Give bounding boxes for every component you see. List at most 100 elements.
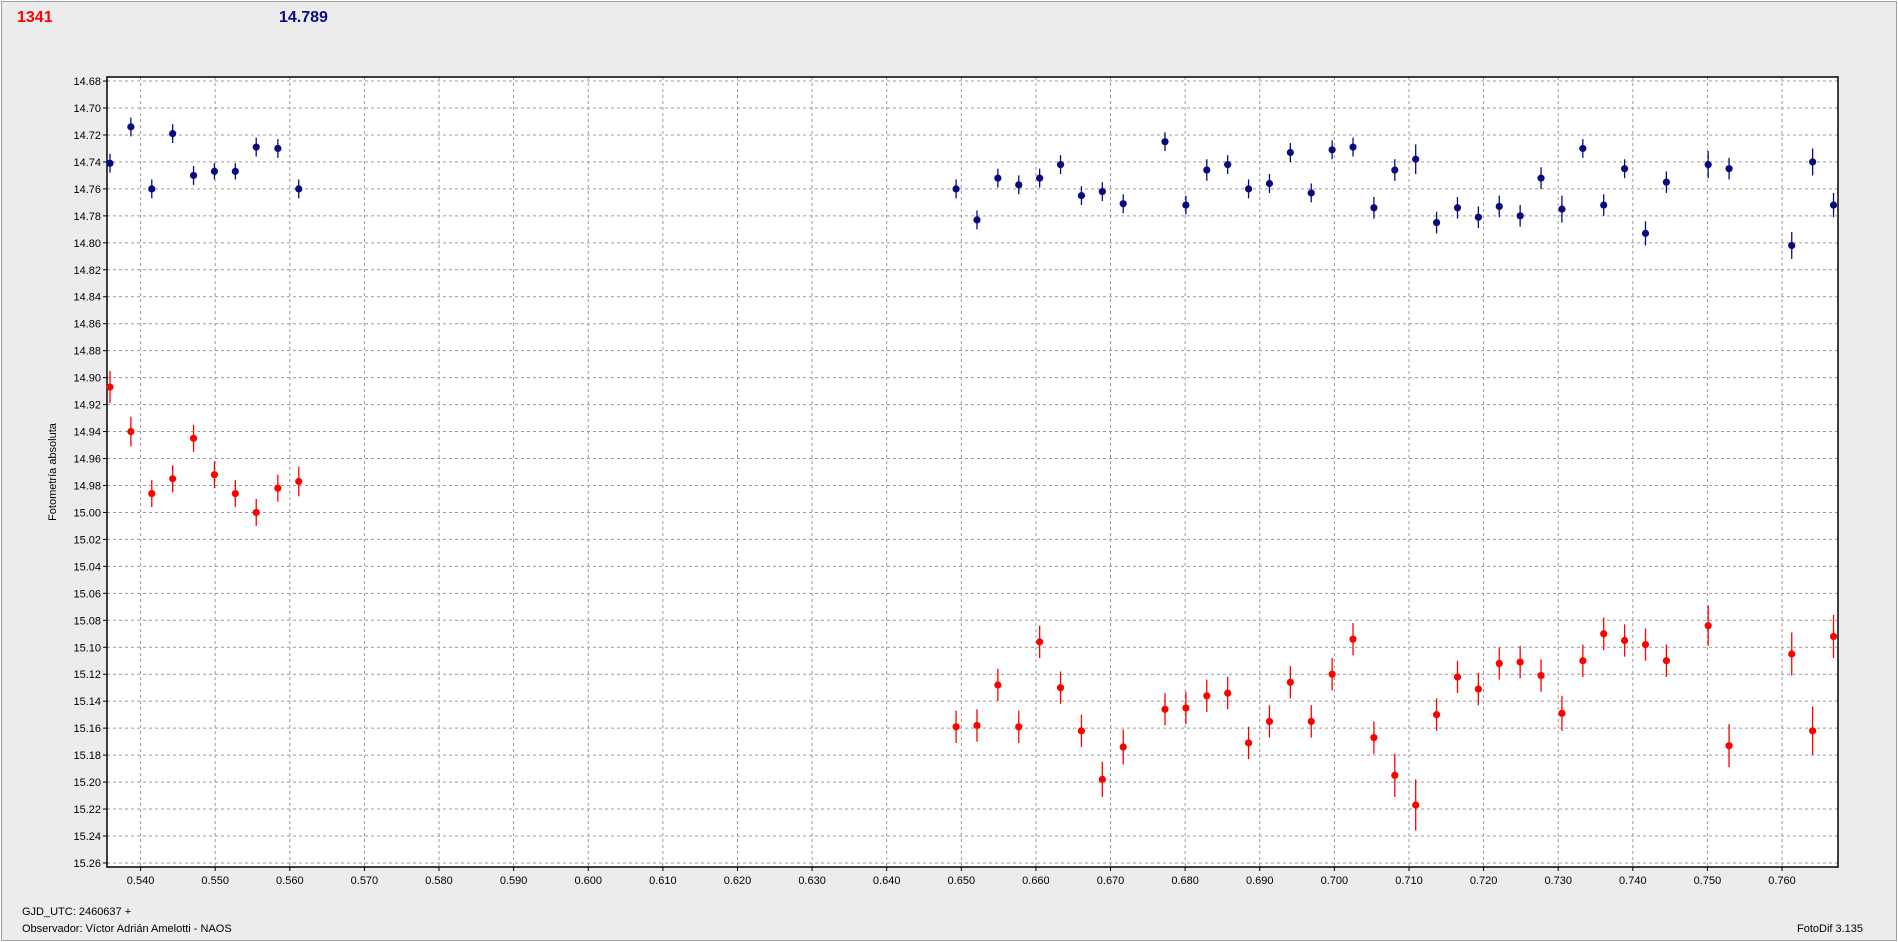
data-point (1600, 201, 1608, 209)
data-point (1286, 148, 1294, 157)
data-point (1412, 155, 1420, 163)
footer-gjd-label: GJD_UTC: 2460637 + (22, 906, 132, 918)
data-point (1161, 705, 1169, 713)
data-point (1704, 622, 1712, 630)
data-point (1600, 630, 1608, 638)
y-tick-label: 14.76 (73, 184, 101, 196)
data-point (1056, 684, 1065, 692)
data-point (952, 723, 960, 731)
x-tick-label: 0.730 (1544, 875, 1572, 887)
x-tick-label: 0.650 (948, 875, 976, 887)
data-point (1182, 201, 1190, 209)
x-tick-label: 0.570 (351, 875, 379, 887)
data-point (1579, 657, 1587, 665)
data-point (1474, 213, 1482, 221)
data-point (127, 123, 135, 131)
data-point (189, 171, 198, 180)
data-point (252, 143, 260, 151)
data-point (1432, 711, 1441, 719)
data-point (1286, 678, 1294, 686)
x-tick-label: 0.610 (649, 875, 677, 887)
x-tick-label: 0.740 (1619, 875, 1647, 887)
data-point (1224, 689, 1232, 697)
x-tick-label: 0.660 (1022, 875, 1050, 887)
x-tick-label: 0.560 (276, 875, 304, 887)
data-point (1244, 739, 1253, 747)
data-point (973, 216, 981, 224)
data-point (1370, 204, 1378, 212)
data-point (1537, 174, 1545, 182)
data-point (1704, 161, 1712, 169)
data-point (1036, 174, 1044, 182)
y-tick-label: 14.96 (73, 454, 101, 466)
data-point (1015, 181, 1023, 189)
y-tick-label: 14.78 (73, 211, 101, 223)
data-point (1558, 205, 1566, 213)
y-tick-label: 14.98 (73, 480, 101, 492)
y-tick-label: 15.26 (73, 858, 101, 870)
data-point (994, 174, 1002, 182)
data-point (1203, 692, 1211, 700)
data-point (1077, 727, 1086, 735)
data-point (973, 721, 981, 730)
y-tick-label: 14.86 (73, 319, 101, 331)
data-point (1809, 158, 1817, 166)
x-tick-label: 0.620 (724, 875, 752, 887)
data-point (189, 434, 198, 442)
data-point (1307, 189, 1315, 197)
data-point (1537, 671, 1545, 680)
data-point (1829, 632, 1838, 641)
x-tick-label: 0.710 (1395, 875, 1423, 887)
data-point (1662, 657, 1670, 665)
y-tick-label: 14.92 (73, 400, 101, 412)
data-point (106, 159, 114, 167)
data-point (1495, 202, 1503, 211)
y-tick-label: 15.10 (73, 642, 101, 654)
x-tick-label: 0.720 (1470, 875, 1498, 887)
data-point (1621, 165, 1629, 173)
footer-observer-label: Observador: Víctor Adrián Amelotti - NAO… (22, 923, 232, 935)
y-tick-label: 14.90 (73, 373, 101, 385)
data-point (1203, 166, 1211, 174)
data-point (1244, 185, 1253, 193)
data-point (1809, 727, 1817, 735)
data-point (231, 489, 239, 498)
y-tick-label: 15.24 (73, 831, 101, 843)
data-point (1349, 635, 1357, 643)
data-point (1621, 636, 1629, 645)
y-tick-label: 14.74 (73, 157, 101, 169)
data-point (1098, 187, 1106, 196)
data-point (1725, 165, 1733, 173)
x-tick-label: 0.700 (1321, 875, 1349, 887)
data-point (1516, 658, 1524, 666)
data-point (1370, 733, 1378, 742)
data-point (1036, 638, 1044, 646)
data-point (148, 489, 156, 498)
y-tick-label: 15.18 (73, 750, 101, 762)
data-point (1662, 178, 1670, 186)
data-point (295, 477, 303, 486)
data-point (1328, 146, 1336, 154)
data-point (148, 185, 156, 193)
y-tick-label: 15.02 (73, 534, 101, 546)
data-point (1349, 143, 1357, 151)
y-tick-label: 15.06 (73, 588, 101, 600)
data-point (1182, 704, 1190, 712)
data-point (1161, 138, 1169, 146)
data-point (1328, 670, 1336, 678)
y-tick-label: 15.20 (73, 777, 101, 789)
x-tick-label: 0.640 (873, 875, 901, 887)
y-tick-label: 15.08 (73, 615, 101, 627)
data-point (1119, 200, 1127, 208)
x-tick-label: 0.670 (1097, 875, 1125, 887)
data-point (1412, 801, 1420, 809)
data-point (1015, 723, 1023, 731)
y-tick-label: 15.00 (73, 507, 101, 519)
data-point (1516, 212, 1524, 220)
y-tick-label: 14.70 (73, 103, 101, 115)
data-point (1056, 161, 1065, 169)
y-tick-label: 15.14 (73, 696, 101, 708)
x-tick-label: 0.540 (127, 875, 155, 887)
data-point (1453, 204, 1462, 212)
y-tick-label: 14.88 (73, 346, 101, 358)
